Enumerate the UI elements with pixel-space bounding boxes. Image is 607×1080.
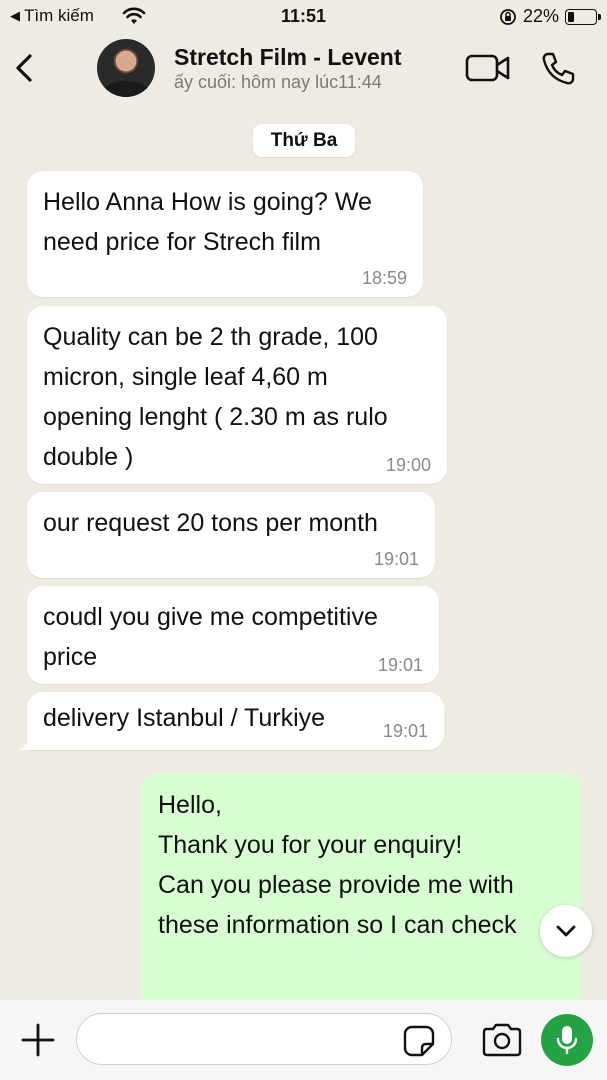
- bubble-tail: [17, 732, 37, 750]
- message-time: 19:01: [377, 655, 423, 675]
- plus-icon[interactable]: [18, 1020, 58, 1060]
- incoming-message[interactable]: Quality can be 2 th grade, 100 micron, s…: [27, 306, 447, 484]
- outgoing-line: Hello,: [158, 791, 222, 819]
- status-bar: ◀ Tìm kiếm 11:51 22%: [0, 0, 607, 36]
- message-text: Quality can be 2 th grade, 100 micron, s…: [43, 323, 388, 471]
- contact-name[interactable]: Stretch Film - Levent: [174, 44, 401, 71]
- outgoing-line: Thank you for your enquiry!: [158, 831, 463, 859]
- incoming-message[interactable]: our request 20 tons per month 19:01: [27, 492, 435, 578]
- video-call-icon[interactable]: [465, 53, 511, 83]
- back-chevron-icon[interactable]: [10, 48, 40, 88]
- message-time: 18:59: [361, 268, 407, 288]
- scroll-to-bottom-button[interactable]: [540, 905, 592, 957]
- message-text: delivery Istanbul / Turkiye: [43, 704, 326, 732]
- orientation-lock-icon: [500, 8, 516, 25]
- camera-icon[interactable]: [480, 1022, 524, 1058]
- message-time: 19:01: [382, 721, 428, 741]
- incoming-message[interactable]: coudl you give me competitive price 19:0…: [27, 586, 439, 684]
- battery-percent: 22%: [522, 6, 559, 26]
- sticker-icon[interactable]: [402, 1024, 436, 1058]
- phone-call-icon[interactable]: [540, 51, 576, 87]
- date-divider: Thứ Ba: [253, 124, 355, 157]
- status-right-group: 22%: [499, 6, 601, 27]
- avatar[interactable]: [97, 39, 155, 97]
- message-text: coudl you give me competitive price: [43, 603, 378, 671]
- message-text: Hello Anna How is going? We need price f…: [43, 188, 372, 256]
- microphone-button[interactable]: [541, 1014, 593, 1066]
- chevron-down-icon: [556, 925, 576, 937]
- last-seen-status: ấy cuối: hôm nay lúc11:44: [174, 72, 382, 92]
- outgoing-message[interactable]: Hello, Thank you for your enquiry! Can y…: [141, 773, 581, 1000]
- avatar-shirt: [103, 81, 149, 97]
- chat-header: Stretch Film - Levent ấy cuối: hôm nay l…: [0, 36, 607, 102]
- incoming-message[interactable]: Hello Anna How is going? We need price f…: [27, 171, 423, 297]
- battery-fill: [568, 11, 574, 22]
- message-time: 19:01: [373, 549, 419, 569]
- message-time: 19:00: [385, 455, 431, 475]
- outgoing-line: these information so I can check: [158, 911, 517, 939]
- microphone-icon: [556, 1026, 578, 1055]
- outgoing-line: Can you please provide me with: [158, 871, 514, 899]
- composer-bar: [0, 1000, 607, 1080]
- message-input[interactable]: [76, 1013, 452, 1065]
- battery-icon: [565, 8, 601, 25]
- incoming-message[interactable]: delivery Istanbul / Turkiye 19:01: [17, 692, 444, 750]
- message-text: our request 20 tons per month: [43, 509, 378, 537]
- battery-cap: [598, 13, 601, 20]
